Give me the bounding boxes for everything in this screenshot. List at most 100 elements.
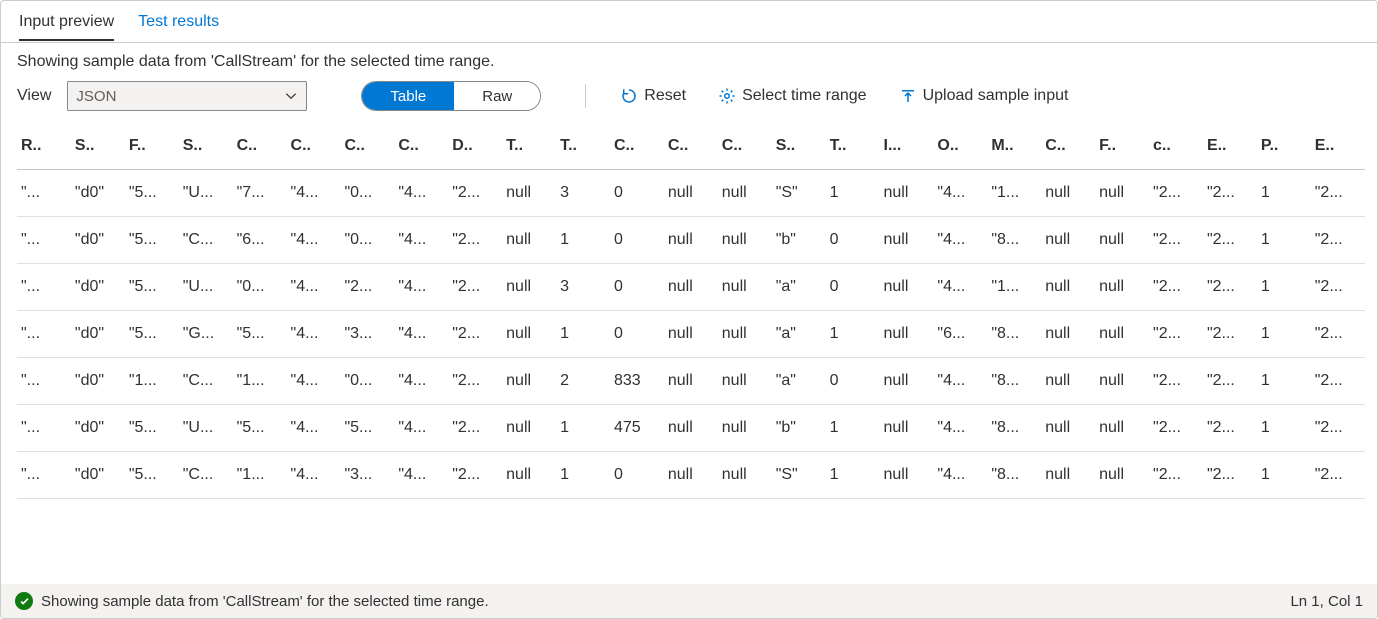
column-header[interactable]: R.. xyxy=(17,123,71,170)
status-bar: Showing sample data from 'CallStream' fo… xyxy=(1,584,1377,618)
table-cell: null xyxy=(664,217,718,264)
select-time-range-button[interactable]: Select time range xyxy=(718,87,867,105)
table-row[interactable]: "..."d0""1..."C..."1..."4..."0..."4..."2… xyxy=(17,358,1365,405)
column-header[interactable]: O.. xyxy=(933,123,987,170)
table-cell: null xyxy=(1095,405,1149,452)
table-cell: null xyxy=(880,405,934,452)
table-cell: "d0" xyxy=(71,311,125,358)
column-header[interactable]: T.. xyxy=(502,123,556,170)
toolbar: View JSON Table Raw Reset Select time ra… xyxy=(1,75,1377,123)
column-header[interactable]: M.. xyxy=(987,123,1041,170)
table-cell: 1 xyxy=(556,217,610,264)
table-cell: "... xyxy=(17,405,71,452)
column-header[interactable]: S.. xyxy=(71,123,125,170)
table-cell: "2... xyxy=(1311,170,1365,217)
table-cell: "5... xyxy=(340,405,394,452)
table-row[interactable]: "..."d0""5..."U..."5..."4..."5..."4..."2… xyxy=(17,405,1365,452)
table-cell: "1... xyxy=(987,264,1041,311)
tab-input-preview[interactable]: Input preview xyxy=(19,3,114,41)
upload-icon xyxy=(899,87,917,105)
table-cell: null xyxy=(1095,264,1149,311)
table-cell: "2... xyxy=(448,452,502,499)
column-header[interactable]: c.. xyxy=(1149,123,1203,170)
column-header[interactable]: I... xyxy=(880,123,934,170)
table-cell: "G... xyxy=(179,311,233,358)
column-header[interactable]: F.. xyxy=(125,123,179,170)
table-cell: "4... xyxy=(287,405,341,452)
table-cell: null xyxy=(664,311,718,358)
upload-sample-button[interactable]: Upload sample input xyxy=(899,87,1069,105)
column-header[interactable]: C.. xyxy=(287,123,341,170)
table-cell: "8... xyxy=(987,311,1041,358)
table-cell: "5... xyxy=(125,217,179,264)
reset-button[interactable]: Reset xyxy=(620,87,686,105)
table-cell: "0... xyxy=(233,264,287,311)
reset-icon xyxy=(620,87,638,105)
table-cell: "b" xyxy=(772,405,826,452)
table-cell: null xyxy=(1041,405,1095,452)
table-cell: "4... xyxy=(287,217,341,264)
view-mode-table[interactable]: Table xyxy=(362,82,454,110)
table-cell: "... xyxy=(17,217,71,264)
column-header[interactable]: T.. xyxy=(556,123,610,170)
column-header[interactable]: E.. xyxy=(1311,123,1365,170)
table-cell: null xyxy=(1095,170,1149,217)
table-cell: 1 xyxy=(556,405,610,452)
gear-icon xyxy=(718,87,736,105)
table-cell: 0 xyxy=(610,217,664,264)
column-header[interactable]: T.. xyxy=(826,123,880,170)
table-cell: 0 xyxy=(826,358,880,405)
separator xyxy=(585,84,586,108)
table-row[interactable]: "..."d0""5..."U..."7..."4..."0..."4..."2… xyxy=(17,170,1365,217)
table-cell: "2... xyxy=(448,358,502,405)
format-dropdown[interactable]: JSON xyxy=(67,81,307,111)
view-mode-raw[interactable]: Raw xyxy=(454,82,540,110)
column-header[interactable]: D.. xyxy=(448,123,502,170)
table-cell: 1 xyxy=(826,405,880,452)
table-cell: "1... xyxy=(987,170,1041,217)
table-cell: null xyxy=(718,264,772,311)
column-header[interactable]: C.. xyxy=(394,123,448,170)
column-header[interactable]: C.. xyxy=(610,123,664,170)
input-preview-panel: Input preview Test results Showing sampl… xyxy=(0,0,1378,619)
column-header[interactable]: C.. xyxy=(664,123,718,170)
table-row[interactable]: "..."d0""5..."U..."0..."4..."2..."4..."2… xyxy=(17,264,1365,311)
table-scroll[interactable]: R..S..F..S..C..C..C..C..D..T..T..C..C..C… xyxy=(1,123,1377,584)
column-header[interactable]: C.. xyxy=(1041,123,1095,170)
table-cell: "5... xyxy=(125,170,179,217)
column-header[interactable]: C.. xyxy=(340,123,394,170)
table-cell: "5... xyxy=(233,311,287,358)
table-cell: 1 xyxy=(1257,170,1311,217)
table-cell: null xyxy=(502,311,556,358)
table-cell: "5... xyxy=(125,452,179,499)
table-cell: 833 xyxy=(610,358,664,405)
table-cell: "4... xyxy=(287,264,341,311)
table-cell: "4... xyxy=(287,452,341,499)
column-header[interactable]: P.. xyxy=(1257,123,1311,170)
table-cell: "4... xyxy=(933,170,987,217)
table-cell: "2... xyxy=(1311,358,1365,405)
column-header[interactable]: C.. xyxy=(718,123,772,170)
column-header[interactable]: E.. xyxy=(1203,123,1257,170)
table-cell: null xyxy=(1041,311,1095,358)
table-row[interactable]: "..."d0""5..."C..."1..."4..."3..."4..."2… xyxy=(17,452,1365,499)
table-row[interactable]: "..."d0""5..."C..."6..."4..."0..."4..."2… xyxy=(17,217,1365,264)
table-cell: "d0" xyxy=(71,170,125,217)
table-cell: "4... xyxy=(287,358,341,405)
column-header[interactable]: S.. xyxy=(772,123,826,170)
table-row[interactable]: "..."d0""5..."G..."5..."4..."3..."4..."2… xyxy=(17,311,1365,358)
table-cell: "6... xyxy=(933,311,987,358)
view-label: View xyxy=(17,87,51,105)
success-icon xyxy=(15,592,33,610)
table-cell: "U... xyxy=(179,405,233,452)
table-cell: "2... xyxy=(1149,452,1203,499)
table-cell: null xyxy=(1095,358,1149,405)
table-cell: "2... xyxy=(1203,217,1257,264)
table-cell: 1 xyxy=(1257,405,1311,452)
column-header[interactable]: S.. xyxy=(179,123,233,170)
table-cell: "8... xyxy=(987,405,1041,452)
column-header[interactable]: F.. xyxy=(1095,123,1149,170)
column-header[interactable]: C.. xyxy=(233,123,287,170)
tab-test-results[interactable]: Test results xyxy=(138,3,219,41)
table-cell: 0 xyxy=(610,170,664,217)
